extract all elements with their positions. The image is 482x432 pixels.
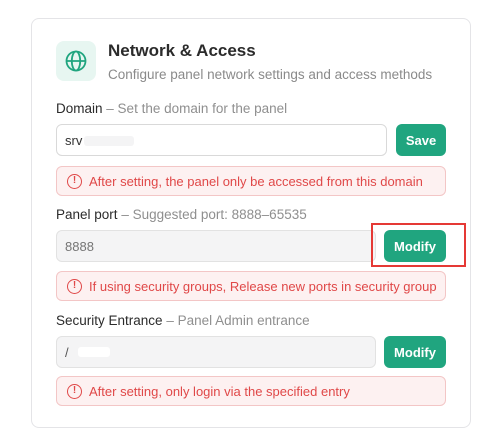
security-entrance-alert-text: After setting, only login via the specif… [89, 383, 350, 399]
security-entrance-hint: – Panel Admin entrance [166, 313, 310, 328]
panel-port-modify-button[interactable]: Modify [384, 230, 446, 262]
save-button[interactable]: Save [396, 124, 446, 156]
panel-port-hint: – Suggested port: 8888–65535 [121, 207, 307, 222]
domain-alert: ! After setting, the panel only be acces… [56, 166, 446, 196]
card-title: Network & Access [108, 41, 256, 60]
card-subtitle: Configure panel network settings and acc… [108, 67, 433, 82]
globe-icon [56, 41, 96, 81]
domain-label-row: Domain – Set the domain for the panel [56, 101, 287, 116]
panel-port-label-row: Panel port – Suggested port: 8888–65535 [56, 207, 307, 222]
network-access-card: Network & Access Configure panel network… [31, 18, 471, 428]
warning-icon: ! [67, 173, 82, 189]
warning-icon: ! [67, 278, 82, 294]
panel-port-input[interactable] [56, 230, 376, 262]
domain-hint: – Set the domain for the panel [106, 101, 288, 116]
domain-label: Domain [56, 101, 103, 116]
panel-port-alert-text: If using security groups, Release new po… [89, 278, 437, 294]
security-entrance-label-row: Security Entrance – Panel Admin entrance [56, 313, 310, 328]
warning-icon: ! [67, 383, 82, 399]
panel-port-alert: ! If using security groups, Release new … [56, 271, 446, 301]
panel-port-label: Panel port [56, 207, 118, 222]
domain-redacted-mask [84, 136, 134, 146]
security-entrance-modify-button[interactable]: Modify [384, 336, 446, 368]
domain-alert-text: After setting, the panel only be accesse… [89, 173, 423, 189]
security-entrance-alert: ! After setting, only login via the spec… [56, 376, 446, 406]
security-entrance-redacted-mask [78, 347, 110, 357]
security-entrance-label: Security Entrance [56, 313, 163, 328]
